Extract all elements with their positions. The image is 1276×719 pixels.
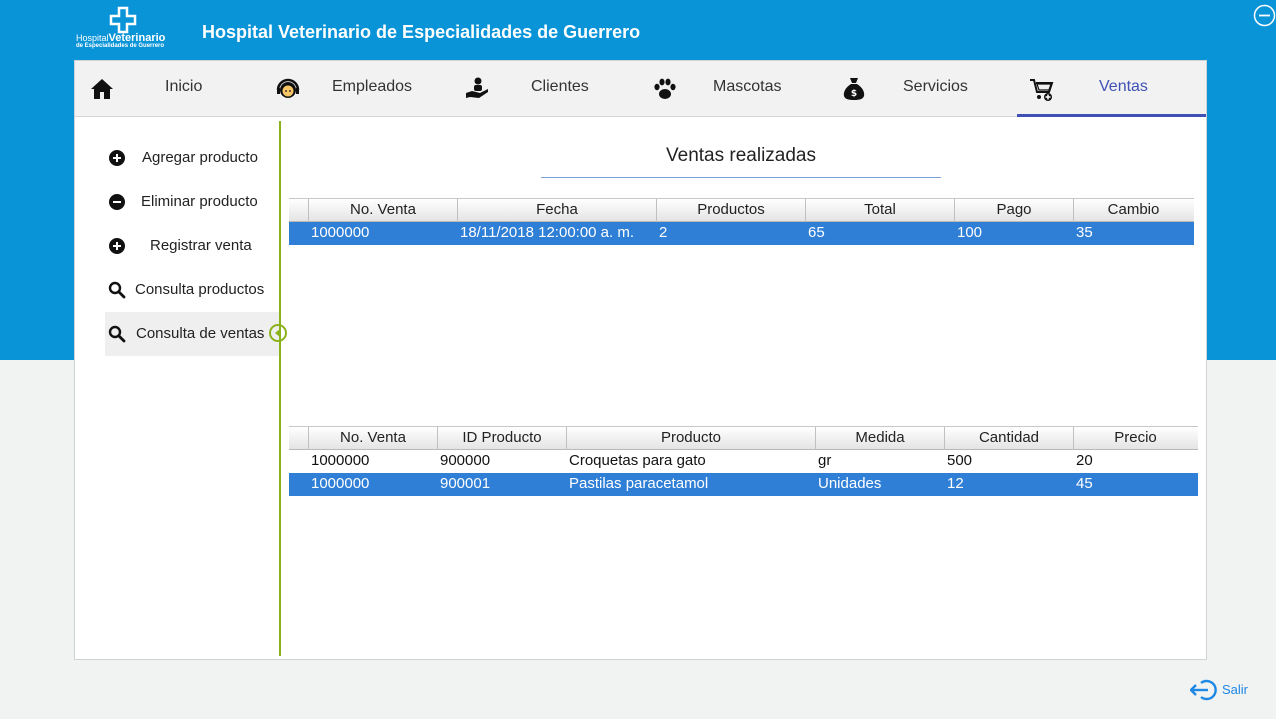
- tab-ventas[interactable]: Ventas: [1017, 61, 1206, 117]
- table-cell: 2: [659, 224, 668, 241]
- table-header: No. Venta ID Producto Producto Medida Ca…: [289, 426, 1198, 450]
- app-title: Hospital Veterinario de Especialidades d…: [202, 22, 641, 42]
- table-cell: 20: [1076, 452, 1093, 469]
- table-cell: Croquetas para gato: [569, 452, 706, 469]
- nav-bar: Inicio Empleados Clientes Mascotas $ Ser…: [75, 61, 1206, 117]
- logout-icon: [1190, 679, 1217, 701]
- tab-mascotas[interactable]: Mascotas: [645, 61, 835, 117]
- table-cell: 500: [947, 452, 973, 469]
- table-cell: Unidades: [818, 475, 882, 492]
- sale-detail-table: No. Venta ID Producto Producto Medida Ca…: [289, 426, 1198, 616]
- section-title: Ventas realizadas: [666, 145, 816, 166]
- column-header[interactable]: Medida: [815, 427, 944, 450]
- main-panel: Inicio Empleados Clientes Mascotas $ Ser…: [74, 60, 1207, 660]
- table-cell: 18/11/2018 12:00:00 a. m.: [460, 224, 635, 241]
- headset-person-icon: [276, 78, 300, 98]
- table-row[interactable]: 1000000 18/11/2018 12:00:00 a. m. 2 65 1…: [289, 222, 1194, 245]
- column-header[interactable]: No. Venta: [308, 199, 457, 222]
- sidebar: Agregar producto Eliminar producto Regis…: [75, 118, 287, 658]
- search-icon: [108, 325, 126, 343]
- hospital-logo: HospitalVeterinario de Especialidades de…: [76, 6, 176, 52]
- table-cell: gr: [818, 452, 832, 469]
- column-header[interactable]: Cambio: [1073, 199, 1193, 222]
- sidebar-item-agregar-producto[interactable]: Agregar producto: [105, 136, 279, 180]
- active-arrow-icon: [269, 324, 287, 342]
- sidebar-item-label: Eliminar producto: [141, 193, 258, 210]
- column-header[interactable]: No. Venta: [308, 427, 437, 450]
- paw-icon: [654, 78, 676, 99]
- title-underline: [541, 177, 941, 178]
- column-header[interactable]: Pago: [954, 199, 1073, 222]
- sidebar-item-label: Agregar producto: [142, 149, 258, 166]
- column-header[interactable]: Productos: [656, 199, 805, 222]
- table-cell: 1000000: [311, 224, 370, 241]
- table-cell: 35: [1076, 224, 1093, 241]
- table-row[interactable]: 1000000 900000 Croquetas para gato gr 50…: [289, 450, 1198, 473]
- home-icon: [91, 79, 113, 99]
- column-header[interactable]: Producto: [566, 427, 815, 450]
- table-cell: 100: [957, 224, 983, 241]
- tab-label: Empleados: [332, 78, 413, 95]
- sidebar-item-eliminar-producto[interactable]: Eliminar producto: [105, 180, 279, 224]
- column-header[interactable]: ID Producto: [437, 427, 566, 450]
- sales-table: No. Venta Fecha Productos Total Pago Cam…: [289, 198, 1194, 388]
- table-cell: 900000: [440, 452, 491, 469]
- sidebar-item-label: Consulta productos: [135, 281, 265, 298]
- sidebar-divider: [279, 121, 281, 656]
- sidebar-item-consulta-de-ventas[interactable]: Consulta de ventas: [105, 312, 287, 356]
- table-cell: Pastilas paracetamol: [569, 475, 709, 492]
- tab-inicio[interactable]: Inicio: [75, 61, 265, 117]
- column-header[interactable]: Cantidad: [944, 427, 1073, 450]
- table-cell: 12: [947, 475, 964, 492]
- column-header[interactable]: Precio: [1073, 427, 1197, 450]
- minimize-icon[interactable]: [1253, 4, 1276, 27]
- plus-circle-icon: [109, 238, 125, 254]
- sidebar-item-label: Registrar venta: [150, 237, 252, 254]
- table-cell: 1000000: [311, 475, 370, 492]
- sidebar-item-consulta-productos[interactable]: Consulta productos: [105, 268, 279, 312]
- table-row[interactable]: 1000000 900001 Pastilas paracetamol Unid…: [289, 473, 1198, 496]
- tab-label: Servicios: [903, 78, 968, 95]
- tab-servicios[interactable]: $ Servicios: [835, 61, 1025, 117]
- tab-label: Inicio: [165, 78, 203, 95]
- money-bag-icon: $: [843, 78, 865, 100]
- table-cell: 1000000: [311, 452, 370, 469]
- tab-clientes[interactable]: Clientes: [455, 61, 645, 117]
- column-header[interactable]: Fecha: [457, 199, 656, 222]
- table-cell: 900001: [440, 475, 491, 492]
- tab-empleados[interactable]: Empleados: [265, 61, 455, 117]
- tab-label: Clientes: [531, 78, 589, 95]
- svg-text:$: $: [851, 89, 857, 99]
- exit-button[interactable]: Salir: [1190, 676, 1260, 704]
- table-cell: 65: [808, 224, 825, 241]
- minus-circle-icon: [109, 194, 125, 210]
- logo-line2: de Especialidades de Guerrero: [76, 43, 165, 49]
- column-header[interactable]: Total: [805, 199, 954, 222]
- client-hand-icon: [466, 77, 488, 98]
- table-cell: 45: [1076, 475, 1093, 492]
- sidebar-item-registrar-venta[interactable]: Registrar venta: [105, 224, 279, 268]
- tab-label: Mascotas: [713, 78, 782, 95]
- search-icon: [108, 281, 126, 299]
- exit-label: Salir: [1222, 682, 1249, 697]
- table-header: No. Venta Fecha Productos Total Pago Cam…: [289, 198, 1194, 222]
- plus-circle-icon: [109, 150, 125, 166]
- sidebar-item-label: Consulta de ventas: [136, 325, 265, 342]
- cart-add-icon: [1030, 79, 1054, 101]
- tab-label: Ventas: [1099, 78, 1148, 95]
